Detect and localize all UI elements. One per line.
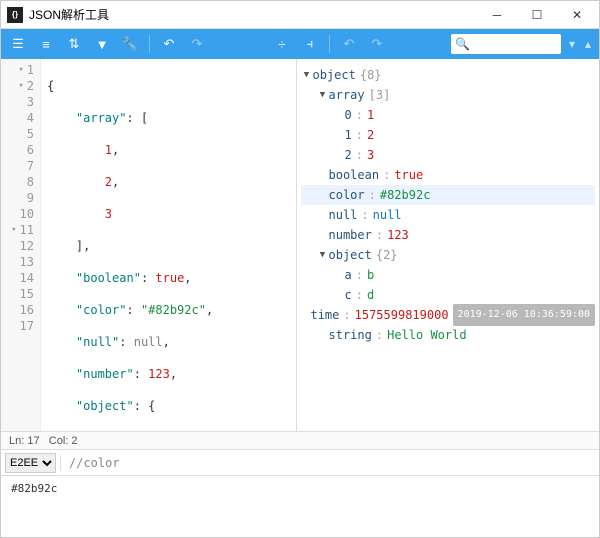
filter-mode-select[interactable]: E2EE	[5, 453, 56, 473]
title-bar: {} JSON解析工具 ─ ☐ ✕	[1, 1, 599, 29]
status-col-label: Col:	[49, 435, 69, 447]
code-line: {	[47, 78, 290, 94]
search-input[interactable]	[472, 38, 542, 50]
code-line: 3	[47, 206, 290, 222]
tree-leaf[interactable]: c:d	[301, 285, 596, 305]
filter-bar: E2EE	[1, 449, 599, 475]
search-dropdown-icon[interactable]: ▾	[567, 37, 577, 51]
search-up-icon[interactable]: ▴	[583, 37, 593, 51]
result-panel: #82b92c	[1, 475, 599, 537]
wrench-icon[interactable]: 🔧	[119, 33, 141, 55]
code-line: "a": "b",	[47, 430, 290, 431]
indent-left-icon[interactable]: ☰	[7, 33, 29, 55]
fold-arrow-icon[interactable]: ▾	[18, 62, 23, 78]
split-horizontal-icon[interactable]: ⫞	[299, 33, 321, 55]
status-ln-label: Ln:	[9, 435, 24, 447]
code-line: ],	[47, 238, 290, 254]
tree-leaf[interactable]: 1:2	[301, 125, 596, 145]
fold-arrow-icon[interactable]: ▾	[18, 78, 23, 94]
status-ln: 17	[27, 435, 39, 447]
time-badge: 2019-12-06 10:36:59:00	[453, 304, 595, 326]
tree-node-object[interactable]: ▼object{2}	[301, 245, 596, 265]
caret-down-icon: ▼	[301, 65, 313, 85]
code-line: "null": null,	[47, 334, 290, 350]
redo-icon[interactable]: ↷	[186, 33, 208, 55]
tree-leaf[interactable]: string:Hello World	[301, 325, 596, 345]
gutter: ▾1 ▾2 3 4 5 6 7 8 9 10 ▾11 12 13 14 15 1…	[1, 59, 41, 431]
separator	[149, 35, 150, 53]
separator	[60, 455, 61, 471]
window-title: JSON解析工具	[29, 6, 477, 23]
redo2-icon[interactable]: ↷	[366, 33, 388, 55]
toolbar: ☰ ≡ ⇅ ▼ 🔧 ↶ ↷ ÷ ⫞ ↶ ↷ 🔍 ▾ ▴	[1, 29, 599, 59]
split-vertical-icon[interactable]: ÷	[271, 33, 293, 55]
fold-arrow-icon[interactable]: ▾	[11, 222, 16, 238]
tree-leaf[interactable]: number:123	[301, 225, 596, 245]
separator	[329, 35, 330, 53]
status-col: 2	[71, 435, 77, 447]
code-line: "object": {	[47, 398, 290, 414]
filter-path-input[interactable]	[65, 456, 595, 470]
search-input-container: 🔍	[451, 34, 561, 54]
undo-icon[interactable]: ↶	[158, 33, 180, 55]
tree-view[interactable]: ▼object{8} ▼array[3] 0:1 1:2 2:3 boolean…	[297, 59, 600, 431]
code-line: 2,	[47, 174, 290, 190]
filter-icon[interactable]: ▼	[91, 33, 113, 55]
code-line: "boolean": true,	[47, 270, 290, 286]
caret-down-icon: ▼	[317, 85, 329, 105]
tree-leaf[interactable]: a:b	[301, 265, 596, 285]
caret-down-icon: ▼	[317, 245, 329, 265]
code-line: 1,	[47, 142, 290, 158]
tree-leaf[interactable]: null:null	[301, 205, 596, 225]
code-line: "number": 123,	[47, 366, 290, 382]
undo2-icon[interactable]: ↶	[338, 33, 360, 55]
main-split: ▾1 ▾2 3 4 5 6 7 8 9 10 ▾11 12 13 14 15 1…	[1, 59, 599, 431]
sort-icon[interactable]: ⇅	[63, 33, 85, 55]
tree-leaf[interactable]: boolean:true	[301, 165, 596, 185]
search-icon: 🔍	[455, 37, 470, 51]
code-editor[interactable]: ▾1 ▾2 3 4 5 6 7 8 9 10 ▾11 12 13 14 15 1…	[1, 59, 297, 431]
indent-right-icon[interactable]: ≡	[35, 33, 57, 55]
code-content[interactable]: { "array": [ 1, 2, 3 ], "boolean": true,…	[41, 59, 296, 431]
maximize-button[interactable]: ☐	[517, 1, 557, 29]
status-bar: Ln: 17 Col: 2	[1, 431, 599, 449]
tree-leaf-selected[interactable]: color:#82b92c	[301, 185, 596, 205]
code-line: "color": "#82b92c",	[47, 302, 290, 318]
result-value: #82b92c	[11, 482, 57, 495]
close-button[interactable]: ✕	[557, 1, 597, 29]
code-line: "array": [	[47, 110, 290, 126]
tree-node-array[interactable]: ▼array[3]	[301, 85, 596, 105]
minimize-button[interactable]: ─	[477, 1, 517, 29]
tree-leaf[interactable]: 0:1	[301, 105, 596, 125]
tree-leaf[interactable]: 2:3	[301, 145, 596, 165]
app-icon: {}	[7, 7, 23, 23]
tree-root[interactable]: ▼object{8}	[301, 65, 596, 85]
tree-leaf[interactable]: time:15755998190002019-12-06 10:36:59:00	[301, 305, 596, 325]
